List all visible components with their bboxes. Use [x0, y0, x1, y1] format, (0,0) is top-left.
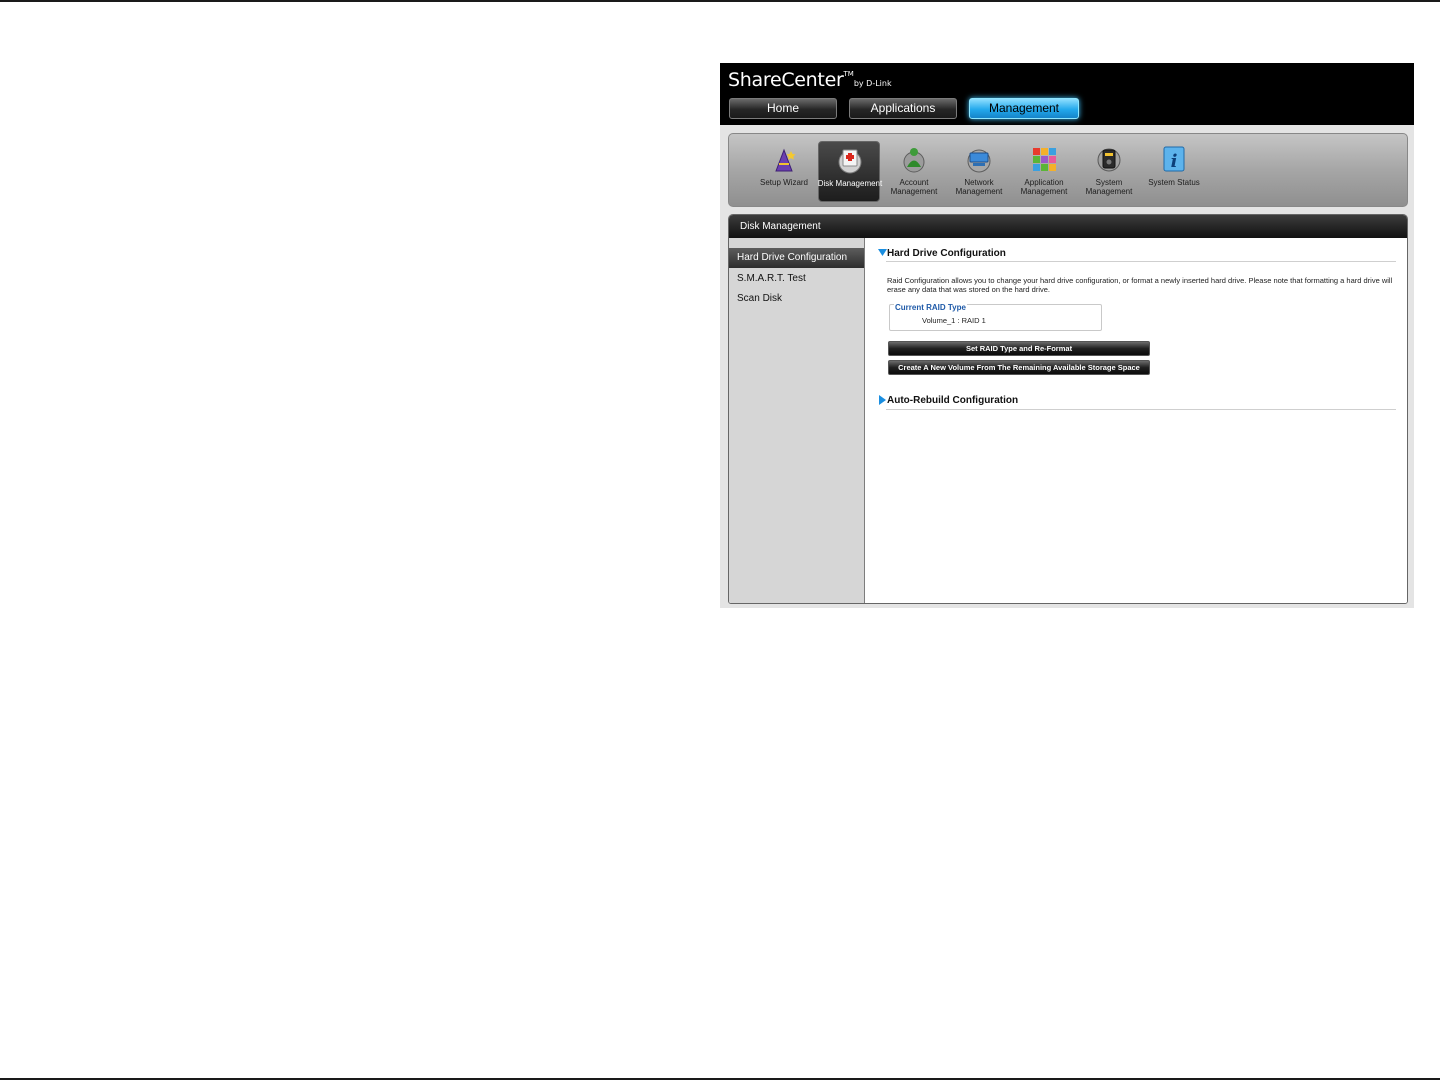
page-top-rule [0, 0, 1440, 2]
disk-sidebar: Hard Drive Configuration S.M.A.R.T. Test… [729, 238, 865, 603]
raid-legend: Current RAID Type [894, 303, 967, 312]
sharecenter-logo: ShareCenterTMby D-Link [728, 69, 892, 91]
section-hard-drive-configuration[interactable]: Hard Drive Configuration [878, 248, 1006, 259]
toolbar-account-management[interactable]: Account Management [883, 141, 945, 202]
section-divider [886, 409, 1396, 410]
section-title-text: Auto-Rebuild Configuration [887, 395, 1019, 406]
logo-trademark: TM [843, 70, 854, 78]
logo-text: ShareCenter [728, 69, 844, 91]
current-raid-box: Current RAID Type Volume_1 : RAID 1 [889, 303, 1102, 331]
toolbar-label: Account Management [890, 178, 938, 196]
toolbar-label: Network Management [955, 178, 1003, 196]
account-icon [903, 148, 925, 173]
collapsed-triangle-icon [879, 395, 886, 406]
toolbar-application-management[interactable]: Application Management [1013, 141, 1075, 202]
management-toolbar: Setup Wizard Disk Management Account Man… [728, 133, 1408, 207]
raid-description: Raid Configuration allows you to change … [887, 276, 1393, 294]
toolbar-label: Setup Wizard [759, 178, 809, 187]
tab-applications[interactable]: Applications [849, 98, 957, 119]
sharecenter-window: ShareCenterTMby D-Link Home Applications… [720, 63, 1414, 608]
app-header: ShareCenterTMby D-Link Home Applications… [720, 63, 1414, 125]
toolbar-label: Disk Management [817, 179, 883, 188]
create-volume-button[interactable]: Create A New Volume From The Remaining A… [888, 360, 1150, 375]
wizard-icon [775, 148, 796, 172]
panel-title: Disk Management [729, 215, 1407, 238]
toolbar-system-status[interactable]: i System Status [1143, 141, 1205, 202]
application-icon [1033, 148, 1056, 171]
toolbar-system-management[interactable]: System Management [1078, 141, 1140, 202]
toolbar-label: System Status [1148, 178, 1200, 187]
raid-value: Volume_1 : RAID 1 [922, 316, 986, 325]
toolbar-label: Application Management [1020, 178, 1068, 196]
disk-icon [838, 149, 862, 174]
section-auto-rebuild[interactable]: Auto-Rebuild Configuration [878, 395, 1018, 406]
toolbar-network-management[interactable]: Network Management [948, 141, 1010, 202]
page-bottom-rule [0, 1078, 1440, 1080]
sidebar-item-scan-disk[interactable]: Scan Disk [729, 289, 864, 309]
tab-home[interactable]: Home [729, 98, 837, 119]
network-icon [967, 149, 991, 173]
set-raid-button[interactable]: Set RAID Type and Re-Format [888, 341, 1150, 356]
section-divider [886, 261, 1396, 262]
system-icon [1097, 148, 1121, 172]
sidebar-item-smart-test[interactable]: S.M.A.R.T. Test [729, 269, 864, 289]
disk-management-panel: Disk Management Hard Drive Configuration… [728, 214, 1408, 604]
toolbar-disk-management[interactable]: Disk Management [818, 141, 882, 202]
expanded-triangle-icon [878, 249, 887, 257]
toolbar-setup-wizard[interactable]: Setup Wizard [753, 141, 815, 202]
info-icon: i [1163, 146, 1185, 172]
toolbar-label: System Management [1085, 178, 1133, 196]
section-title-text: Hard Drive Configuration [887, 248, 1006, 259]
logo-by-dlink: by D-Link [853, 79, 892, 88]
sidebar-item-hard-drive-configuration[interactable]: Hard Drive Configuration [729, 248, 864, 268]
disk-content: Hard Drive Configuration Raid Configurat… [866, 238, 1407, 603]
tab-management[interactable]: Management [969, 98, 1079, 119]
svg-text:i: i [1171, 151, 1178, 172]
